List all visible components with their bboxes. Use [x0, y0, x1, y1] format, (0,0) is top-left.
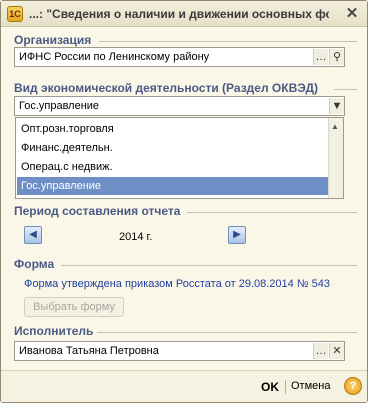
dialog-footer: OK Отмена ?	[1, 370, 367, 402]
clear-icon[interactable]: ✕	[329, 343, 344, 359]
dropdown-scrollbar[interactable]: ▲	[328, 118, 343, 198]
section-divider	[334, 89, 357, 90]
period-label: Период составления отчета	[14, 204, 181, 218]
choose-form-button[interactable]: Выбрать форму	[24, 297, 124, 317]
organization-field[interactable]: ИФНС России по Ленинскому району … ⚲	[14, 47, 345, 67]
section-divider	[99, 41, 357, 42]
organization-value: ИФНС России по Ленинскому району	[19, 51, 210, 63]
period-year: 2014 г.	[119, 231, 153, 243]
ellipsis-icon[interactable]: …	[313, 343, 328, 359]
window-title: ...: "Сведения о наличии и движении осно…	[29, 7, 329, 21]
executor-field[interactable]: Иванова Татьяна Петровна … ✕	[14, 341, 345, 361]
app-icon: 1С	[7, 6, 23, 22]
dropdown-option[interactable]: Операц.с недвиж.	[17, 158, 329, 176]
ellipsis-icon[interactable]: …	[313, 49, 328, 65]
section-divider	[187, 212, 357, 213]
dropdown-option-selected[interactable]: Гос.управление	[17, 177, 329, 195]
section-divider	[97, 332, 357, 333]
ok-button[interactable]: OK	[261, 380, 279, 394]
dialog-window: 1С ...: "Сведения о наличии и движении о…	[0, 0, 368, 403]
activity-select[interactable]: Гос.управление ▼	[14, 96, 345, 116]
chevron-down-icon[interactable]: ▼	[329, 98, 344, 114]
scroll-up-icon[interactable]: ▲	[331, 122, 339, 131]
dropdown-option[interactable]: Опт.розн.торговля	[17, 120, 329, 138]
search-icon[interactable]: ⚲	[329, 49, 344, 65]
organization-label: Организация	[14, 33, 92, 47]
close-icon[interactable]: ✕	[343, 5, 361, 23]
cancel-button[interactable]: Отмена	[291, 380, 330, 392]
dropdown-option[interactable]: Финанс.деятельн.	[17, 139, 329, 157]
footer-divider	[285, 380, 286, 394]
activity-value: Гос.управление	[19, 100, 100, 112]
executor-label: Исполнитель	[14, 324, 94, 338]
arrow-left-icon[interactable]: ◀	[24, 226, 42, 244]
activity-dropdown-list: Опт.розн.торговля Финанс.деятельн. Опера…	[15, 117, 344, 199]
form-label: Форма	[14, 257, 55, 271]
section-divider	[61, 265, 357, 266]
activity-label: Вид экономической деятельности (Раздел О…	[14, 81, 319, 95]
title-bar: 1С ...: "Сведения о наличии и движении о…	[1, 1, 367, 27]
form-link[interactable]: Форма утверждена приказом Росстата от 29…	[24, 278, 330, 290]
help-icon[interactable]: ?	[344, 377, 362, 395]
arrow-right-icon[interactable]: ▶	[228, 226, 246, 244]
executor-value: Иванова Татьяна Петровна	[19, 345, 159, 357]
